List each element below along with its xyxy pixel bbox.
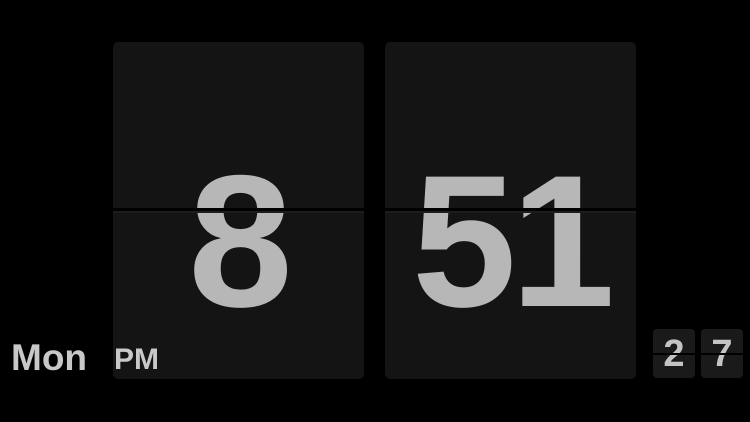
seconds-ones-card: 7: [701, 329, 743, 378]
weekday-label: Mon: [11, 337, 88, 378]
flip-clock-screen: 8 51 Mon PM 2 7: [0, 0, 750, 422]
seconds-tens-hinge: [653, 353, 695, 355]
minute-digits: 51: [411, 136, 615, 346]
hour-flip-card: 8: [113, 42, 364, 379]
seconds-tens-card: 2: [653, 329, 695, 378]
minute-card-hinge-shadow: [385, 211, 636, 213]
meridiem-label: PM: [114, 343, 159, 376]
hour-digits: 8: [188, 136, 293, 346]
minute-flip-card: 51: [385, 42, 636, 379]
hour-card-hinge-shadow: [113, 211, 364, 213]
seconds-ones-hinge: [701, 353, 743, 355]
